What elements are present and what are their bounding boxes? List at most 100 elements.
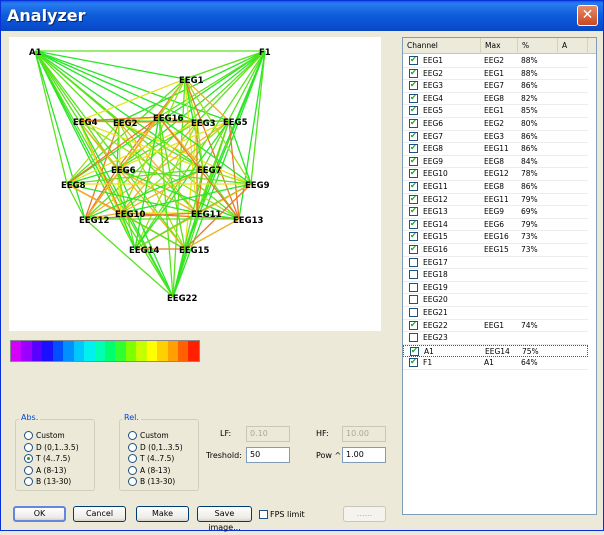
table-row[interactable]: EEG23 [403, 332, 588, 345]
color-swatch [157, 341, 168, 361]
cancel-button[interactable]: Cancel [73, 506, 126, 522]
table-row[interactable]: EEG1 EEG2 88% [403, 55, 588, 68]
table-row[interactable]: A1 EEG14 75% [403, 344, 588, 358]
radio-button[interactable] [128, 442, 137, 452]
radio-label: D (0,1..3.5) [140, 442, 183, 452]
table-row[interactable]: EEG5 EEG1 85% [403, 105, 588, 118]
table-row[interactable]: EEG16 EEG15 73% [403, 244, 588, 257]
channel-cell: EEG17 [423, 257, 448, 267]
row-checkbox[interactable] [409, 320, 418, 330]
col-percent[interactable]: % [518, 38, 558, 54]
row-checkbox[interactable] [409, 282, 418, 292]
channel-cell: F1 [423, 358, 433, 368]
row-checkbox[interactable] [409, 308, 418, 317]
table-row[interactable]: EEG18 [403, 269, 588, 282]
percent-cell: 73% [521, 232, 538, 242]
table-row[interactable]: EEG15 EEG16 73% [403, 231, 588, 244]
table-row[interactable]: EEG10 EEG12 78% [403, 168, 588, 181]
row-checkbox[interactable] [409, 270, 418, 280]
col-channel[interactable]: Channel [403, 38, 481, 54]
hf-input[interactable]: 10.00 [342, 426, 386, 442]
table-row[interactable]: EEG13 EEG9 69% [403, 206, 588, 219]
radio-button[interactable] [24, 477, 33, 486]
row-checkbox[interactable] [409, 118, 418, 128]
max-cell: EEG6 [484, 219, 505, 229]
col-max[interactable]: Max [481, 38, 518, 54]
row-checkbox[interactable] [409, 357, 418, 368]
make-button[interactable]: Make [136, 506, 189, 522]
radio-button[interactable] [24, 431, 33, 440]
table-row[interactable]: EEG22 EEG1 74% [403, 320, 588, 333]
graph-node-label: F1 [259, 48, 271, 58]
radio-button[interactable] [24, 465, 33, 475]
threshold-input[interactable]: 50 [246, 447, 290, 463]
row-checkbox[interactable] [409, 231, 418, 242]
ok-button[interactable]: OK [13, 506, 66, 522]
radio-label: A (8-13) [36, 465, 67, 475]
row-checkbox[interactable] [409, 105, 418, 116]
row-checkbox[interactable] [409, 257, 418, 267]
save-image-button[interactable]: Save image... [197, 506, 252, 532]
row-checkbox[interactable] [409, 333, 418, 343]
row-checkbox[interactable] [409, 219, 418, 229]
table-row[interactable]: EEG17 [403, 257, 588, 270]
channel-cell: EEG21 [423, 308, 448, 317]
table-row[interactable]: EEG2 EEG1 88% [403, 68, 588, 81]
row-checkbox[interactable] [409, 194, 418, 204]
row-checkbox[interactable] [409, 93, 418, 103]
color-scale-bar [10, 340, 200, 362]
row-checkbox[interactable] [409, 68, 418, 78]
percent-cell: 64% [521, 358, 538, 368]
row-checkbox[interactable] [409, 143, 418, 154]
table-row[interactable]: EEG19 [403, 282, 588, 295]
max-cell: EEG8 [484, 156, 505, 166]
table-row[interactable]: EEG12 EEG11 79% [403, 194, 588, 207]
graph-node-label: EEG10 [115, 210, 146, 220]
row-checkbox[interactable] [409, 80, 418, 91]
disabled-button[interactable]: ...... [343, 506, 386, 522]
fps-limit-checkbox[interactable] [259, 510, 268, 519]
col-a[interactable]: A [558, 38, 588, 54]
row-checkbox[interactable] [409, 295, 418, 305]
table-row[interactable]: EEG7 EEG3 86% [403, 131, 588, 144]
row-checkbox[interactable] [410, 346, 419, 356]
hf-label: HF: [316, 429, 329, 438]
radio-button[interactable] [128, 465, 137, 475]
table-row[interactable]: EEG20 [403, 294, 588, 307]
graph-node-label: EEG11 [191, 210, 222, 220]
close-button[interactable]: ✕ [577, 5, 598, 26]
connectivity-graph: A1 F1 EEG1 EEG2 EEG3 EEG4 EEG5 EEG6 EEG7 EEG8 EEG9… [29, 48, 271, 304]
table-row[interactable]: EEG8 EEG11 86% [403, 143, 588, 156]
max-cell: EEG2 [484, 119, 505, 128]
radio-button[interactable] [128, 454, 137, 463]
row-checkbox[interactable] [409, 55, 418, 65]
percent-cell: 86% [521, 144, 538, 154]
row-checkbox[interactable] [409, 131, 418, 141]
pow-input[interactable]: 1.00 [342, 447, 386, 463]
lf-input[interactable]: 0.10 [246, 426, 290, 442]
table-row[interactable]: EEG9 EEG8 84% [403, 156, 588, 169]
table-row[interactable]: EEG6 EEG2 80% [403, 118, 588, 131]
row-checkbox[interactable] [409, 244, 418, 254]
radio-button[interactable] [128, 477, 137, 486]
table-row[interactable]: EEG14 EEG6 79% [403, 219, 588, 232]
radio-button[interactable] [24, 442, 33, 452]
table-row[interactable]: EEG3 EEG7 86% [403, 80, 588, 93]
channel-cell: EEG23 [423, 333, 448, 343]
color-swatch [42, 341, 53, 361]
title-bar[interactable]: Analyzer ✕ [1, 1, 603, 31]
color-swatch [188, 341, 199, 361]
radio-button[interactable] [128, 431, 137, 440]
row-checkbox[interactable] [409, 156, 418, 166]
channel-table[interactable]: Channel Max % A EEG1EEG288%EEG2EEG188%EE… [402, 37, 597, 515]
table-row[interactable]: EEG21 [403, 307, 588, 320]
radio-button[interactable] [24, 454, 33, 463]
table-row[interactable]: F1 A1 64% [403, 357, 588, 370]
table-row[interactable]: EEG4 EEG8 82% [403, 93, 588, 106]
radio-label: Custom [36, 431, 65, 440]
radio-label: T (4..7.5) [36, 454, 71, 463]
row-checkbox[interactable] [409, 181, 418, 191]
row-checkbox[interactable] [409, 168, 418, 179]
table-row[interactable]: EEG11 EEG8 86% [403, 181, 588, 194]
row-checkbox[interactable] [409, 206, 418, 217]
